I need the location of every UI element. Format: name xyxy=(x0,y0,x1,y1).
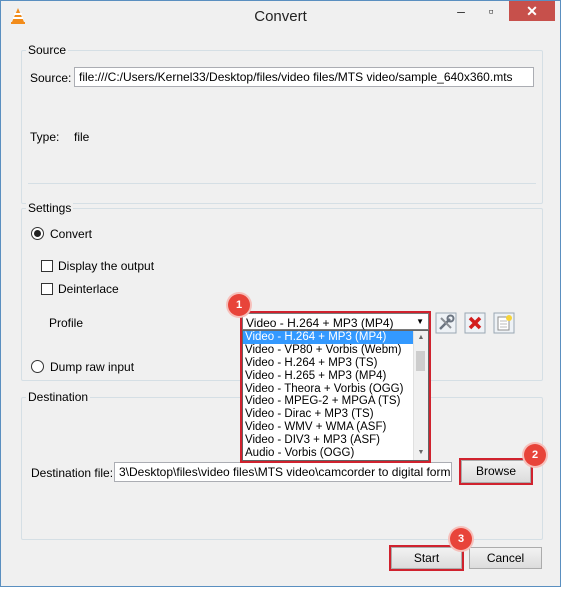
display-output-label[interactable]: Display the output xyxy=(58,259,154,273)
maximize-button[interactable]: ▫ xyxy=(477,1,505,21)
title-bar: Convert – ▫ ✕ xyxy=(1,1,560,33)
convert-window: Convert – ▫ ✕ Source Source: file:///C:/… xyxy=(0,0,561,587)
dump-raw-label[interactable]: Dump raw input xyxy=(50,360,134,374)
source-input[interactable]: file:///C:/Users/Kernel33/Desktop/files/… xyxy=(74,67,534,87)
dump-raw-radio[interactable] xyxy=(31,360,44,373)
step-badge-3: 3 xyxy=(450,528,472,550)
destination-file-input[interactable]: 3\Desktop\files\video files\MTS video\ca… xyxy=(114,462,452,482)
convert-radio[interactable] xyxy=(31,227,44,240)
close-button[interactable]: ✕ xyxy=(509,1,555,21)
destination-file-label: Destination file: xyxy=(31,466,114,480)
cancel-button[interactable]: Cancel xyxy=(469,547,542,569)
display-output-checkbox[interactable] xyxy=(41,260,53,272)
new-profile-icon[interactable] xyxy=(493,312,515,334)
deinterlace-checkbox[interactable] xyxy=(41,283,53,295)
browse-highlight xyxy=(459,458,533,485)
step-badge-1: 1 xyxy=(228,294,250,316)
type-label: Type: xyxy=(30,130,60,144)
settings-group-title: Settings xyxy=(26,201,74,215)
profile-highlight xyxy=(240,311,431,463)
dialog-body: Source Source: file:///C:/Users/Kernel33… xyxy=(9,32,554,580)
source-group: Source Source: file:///C:/Users/Kernel33… xyxy=(21,43,543,204)
profile-label: Profile xyxy=(49,316,84,330)
convert-label[interactable]: Convert xyxy=(50,227,92,241)
start-highlight xyxy=(389,545,464,571)
deinterlace-label[interactable]: Deinterlace xyxy=(58,282,119,296)
type-value: file xyxy=(74,130,90,144)
radio-selected-dot xyxy=(34,230,41,237)
step-badge-2: 2 xyxy=(524,444,546,466)
source-group-title: Source xyxy=(26,43,69,57)
destination-group-title: Destination xyxy=(26,390,91,404)
minimize-button[interactable]: – xyxy=(447,1,475,21)
source-label: Source: xyxy=(30,71,72,85)
wrench-settings-icon[interactable] xyxy=(435,312,457,334)
delete-profile-icon[interactable] xyxy=(464,312,486,334)
source-separator xyxy=(28,183,536,184)
